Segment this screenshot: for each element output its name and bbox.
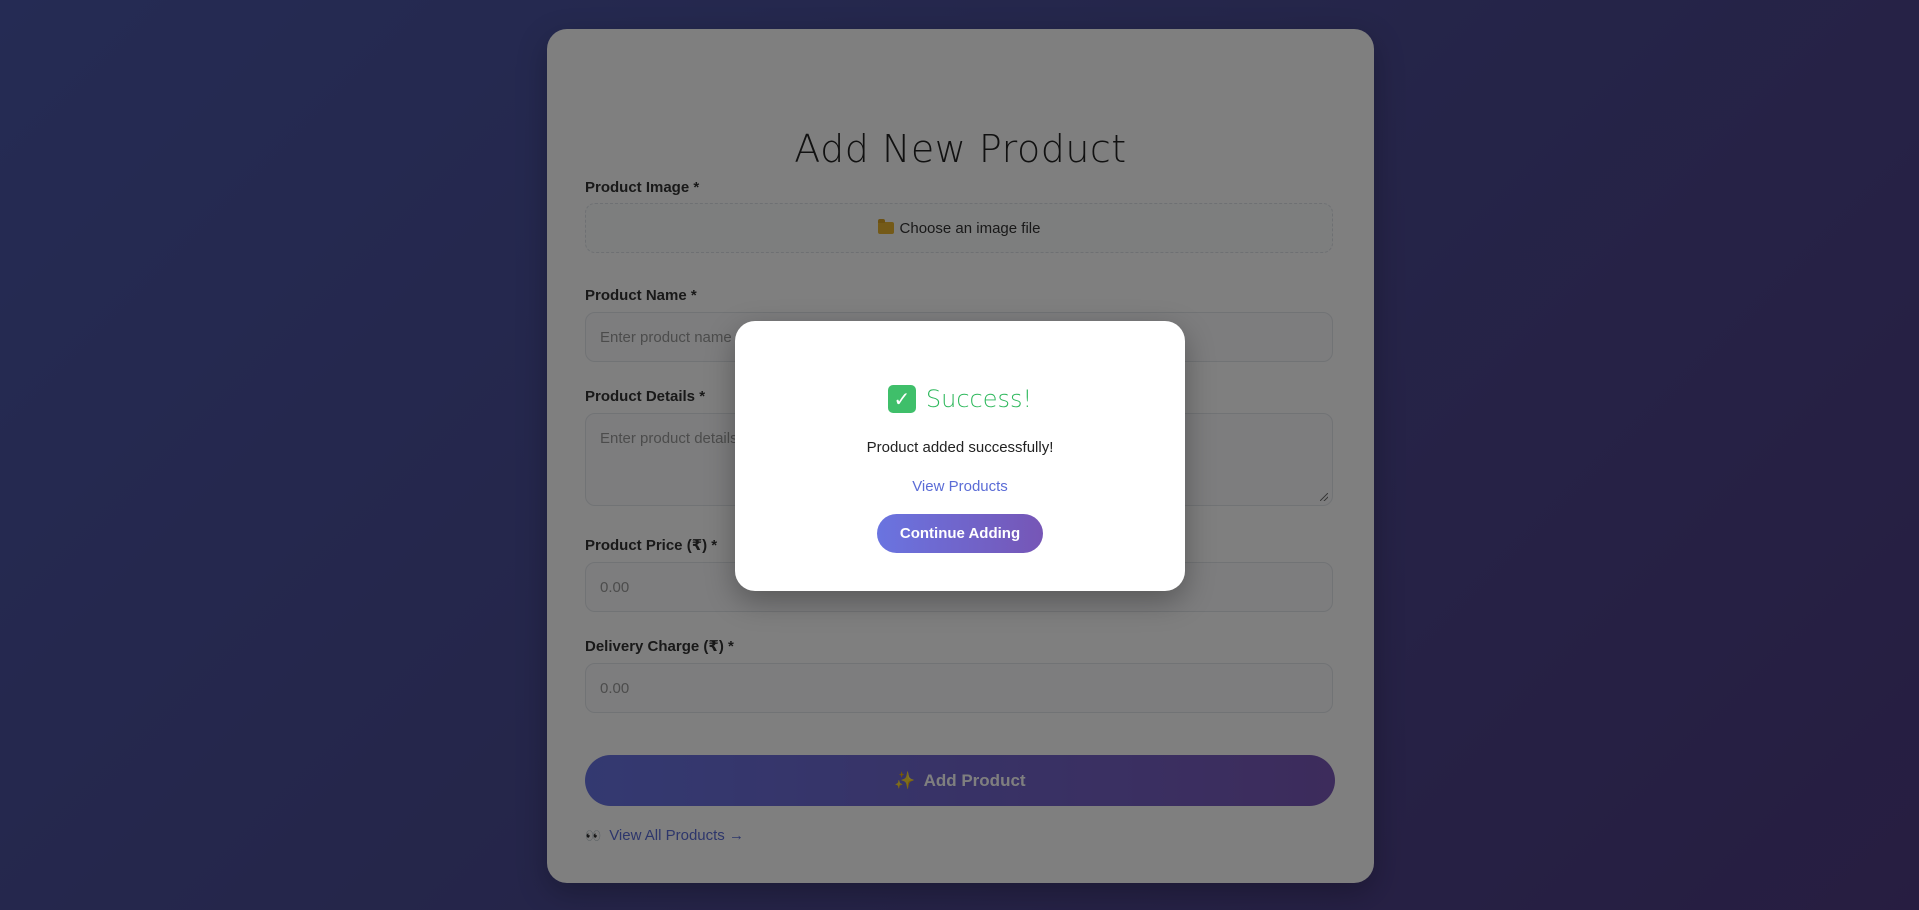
modal-title-text: Success! xyxy=(925,385,1033,413)
continue-adding-button[interactable]: Continue Adding xyxy=(877,514,1043,553)
modal-title: ✓ Success! xyxy=(735,385,1185,413)
modal-message: Product added successfully! xyxy=(866,439,1054,456)
check-mark-icon: ✓ xyxy=(887,385,916,413)
view-products-link[interactable]: View Products xyxy=(735,478,1185,495)
success-modal: ✓ Success! Product added successfully! V… xyxy=(735,321,1185,591)
